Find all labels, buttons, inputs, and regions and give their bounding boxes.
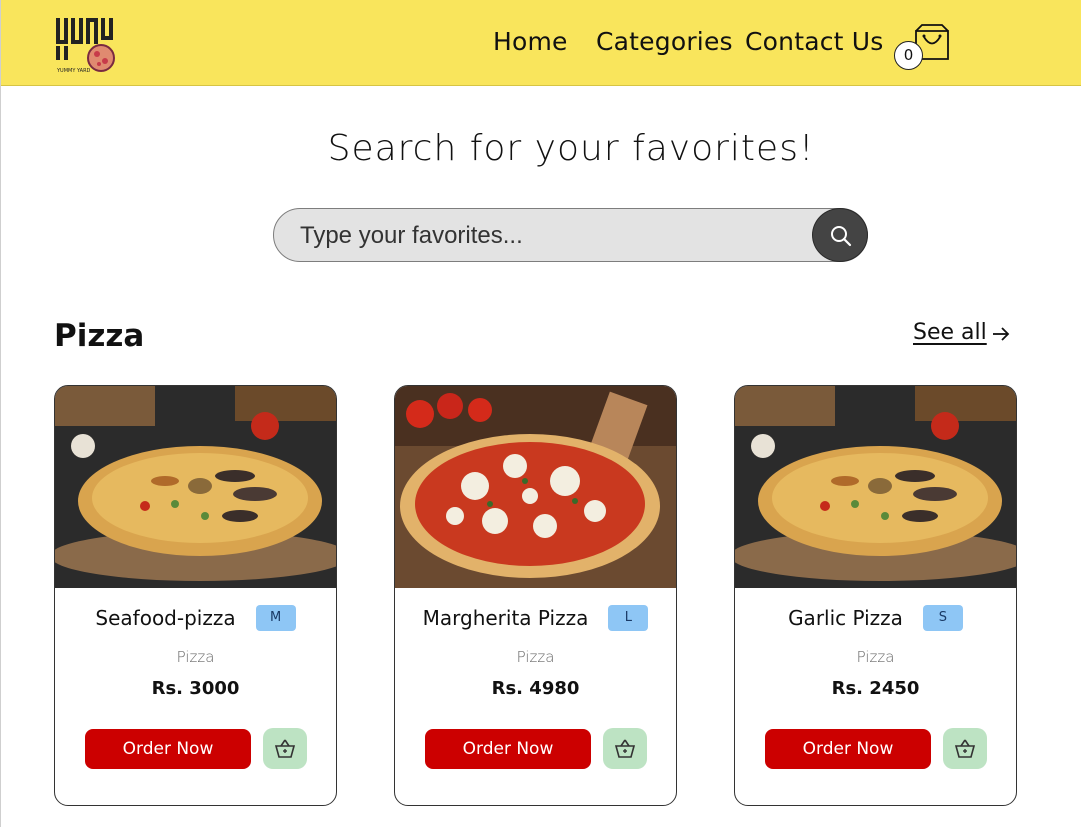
nav-home[interactable]: Home [493, 27, 568, 56]
order-now-button[interactable]: Order Now [425, 729, 591, 769]
add-to-basket-button[interactable] [263, 728, 307, 769]
search-button[interactable] [812, 208, 868, 262]
product-price: Rs. 2450 [831, 678, 920, 699]
add-to-basket-icon [274, 739, 296, 758]
product-image [735, 386, 1016, 588]
add-to-basket-icon [954, 739, 976, 758]
search-input[interactable] [300, 219, 800, 253]
search-icon [831, 226, 852, 247]
order-now-button[interactable]: Order Now [765, 729, 931, 769]
search-heading: Search for your favorites! [327, 128, 815, 169]
see-all-link[interactable]: See all [913, 320, 1010, 345]
svg-text:YUMMY YARD: YUMMY YARD [56, 68, 91, 74]
nav-contact-us[interactable]: Contact Us [745, 27, 884, 56]
section-title: Pizza [54, 318, 145, 354]
product-name: Garlic Pizza [788, 606, 903, 630]
product-image [395, 386, 676, 588]
product-category: Pizza [516, 648, 555, 666]
arrow-right-icon [993, 327, 1010, 341]
search-bar [273, 208, 868, 262]
cart-button[interactable]: 0 [894, 24, 954, 72]
product-name: Margherita Pizza [422, 606, 589, 630]
product-title-row: Margherita Pizza L [395, 605, 676, 635]
product-price: Rs. 4980 [491, 678, 580, 699]
product-title-row: Seafood-pizza M [55, 605, 336, 635]
cart-count-badge: 0 [894, 41, 923, 70]
product-price: Rs. 3000 [151, 678, 240, 699]
see-all-label: See all [913, 320, 987, 345]
product-name: Seafood-pizza [95, 606, 236, 630]
add-to-basket-button[interactable] [943, 728, 987, 769]
product-category: Pizza [176, 648, 215, 666]
size-badge: S [922, 605, 963, 631]
product-card: Garlic Pizza S Pizza Rs. 2450 Order Now [734, 385, 1017, 806]
add-to-basket-button[interactable] [603, 728, 647, 769]
order-now-button[interactable]: Order Now [85, 729, 251, 769]
add-to-basket-icon [614, 739, 636, 758]
product-card: Seafood-pizza M Pizza Rs. 3000 Order Now [54, 385, 337, 806]
product-category: Pizza [856, 648, 895, 666]
product-title-row: Garlic Pizza S [735, 605, 1016, 635]
site-header: YUMMY YARD Home Categories Contact Us 0 [1, 0, 1081, 86]
size-badge: M [255, 605, 296, 631]
product-card: Margherita Pizza L Pizza Rs. 4980 Order N… [394, 385, 677, 806]
nav-categories[interactable]: Categories [596, 27, 733, 56]
size-badge: L [608, 605, 649, 631]
product-image [55, 386, 336, 588]
